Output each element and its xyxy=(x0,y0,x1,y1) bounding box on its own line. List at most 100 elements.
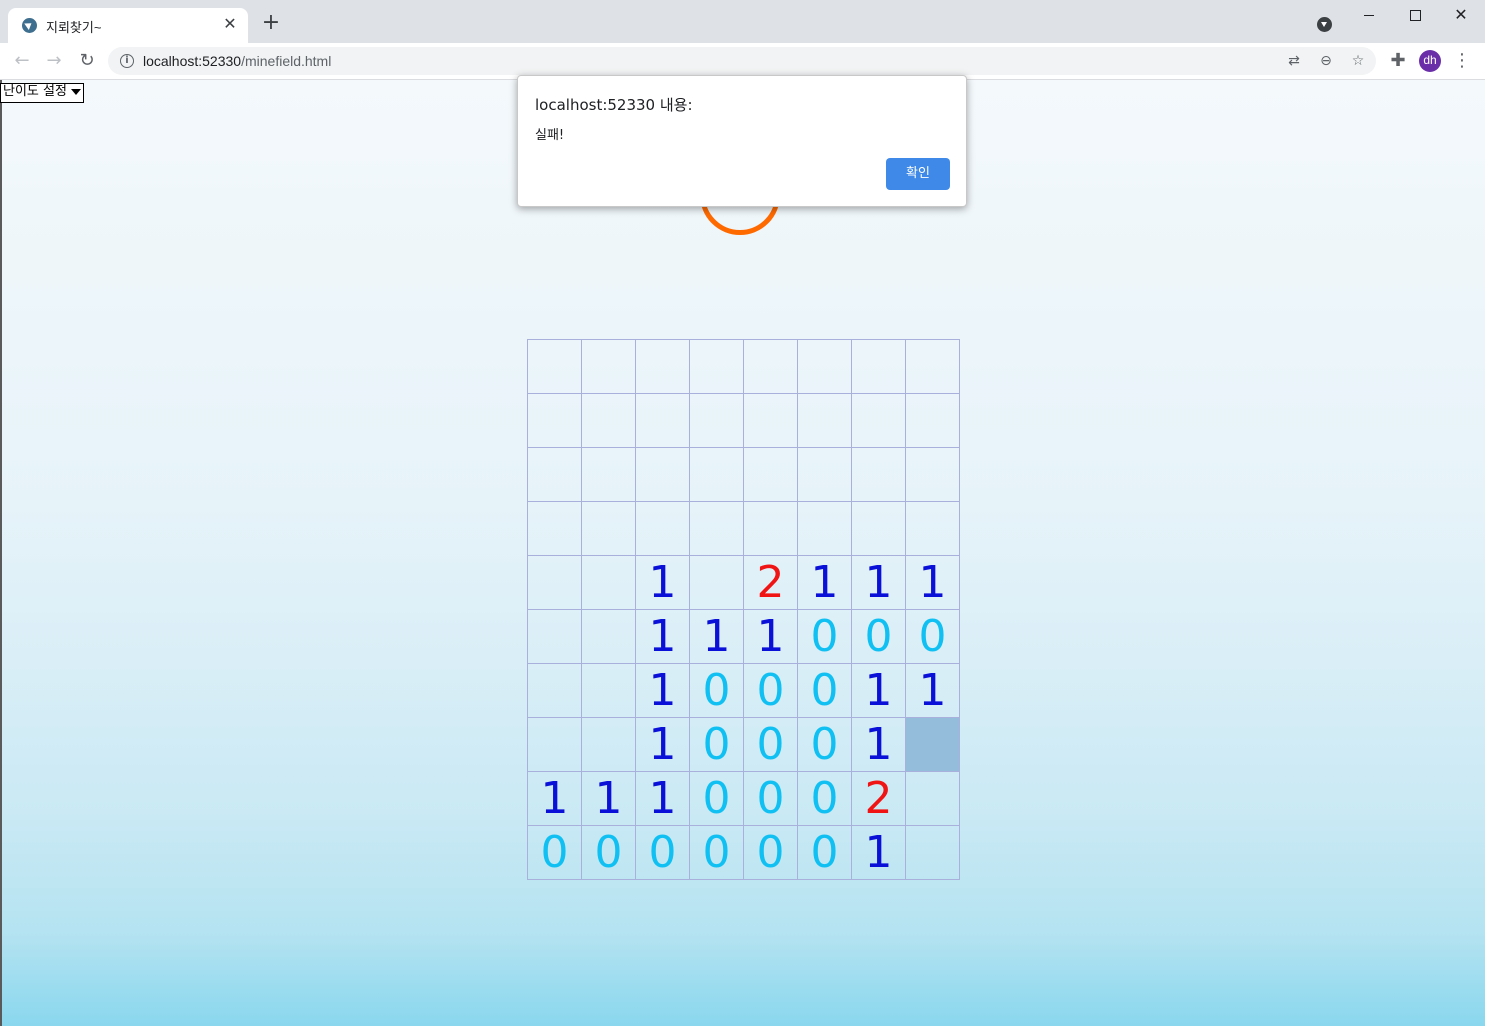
board-cell[interactable] xyxy=(527,393,582,448)
board-cell[interactable] xyxy=(581,609,636,664)
board-cell[interactable]: 1 xyxy=(635,717,690,772)
board-cell[interactable] xyxy=(689,339,744,394)
window-close-button[interactable]: ✕ xyxy=(1438,0,1484,32)
tab-search-icon[interactable] xyxy=(1317,17,1332,32)
tab-close-icon[interactable]: ✕ xyxy=(220,14,240,34)
translate-icon[interactable]: ⇄ xyxy=(1284,51,1304,71)
browser-tab[interactable]: 지뢰찾기~ ✕ xyxy=(8,8,248,43)
board-cell[interactable] xyxy=(689,447,744,502)
board-cell[interactable]: 0 xyxy=(581,825,636,880)
board-cell[interactable]: 2 xyxy=(743,555,798,610)
board-cell[interactable]: 1 xyxy=(851,663,906,718)
board-cell[interactable]: 1 xyxy=(581,771,636,826)
board-cell[interactable]: 0 xyxy=(743,825,798,880)
board-cell[interactable] xyxy=(689,393,744,448)
board-cell[interactable]: 0 xyxy=(905,609,960,664)
board-cell[interactable] xyxy=(743,447,798,502)
board-cell[interactable] xyxy=(851,393,906,448)
board-cell[interactable]: 1 xyxy=(905,663,960,718)
board-cell-hit[interactable] xyxy=(905,717,960,772)
board-cell[interactable] xyxy=(635,339,690,394)
board-cell[interactable] xyxy=(635,501,690,556)
board-cell[interactable] xyxy=(527,501,582,556)
board-cell[interactable]: 0 xyxy=(635,825,690,880)
board-cell[interactable]: 1 xyxy=(851,825,906,880)
board-cell[interactable] xyxy=(689,501,744,556)
board-cell[interactable]: 0 xyxy=(743,717,798,772)
reload-icon[interactable]: ↻ xyxy=(75,49,99,73)
url-text[interactable]: localhost:52330/minefield.html xyxy=(143,53,331,69)
board-cell[interactable]: 0 xyxy=(797,771,852,826)
board-cell[interactable] xyxy=(581,501,636,556)
minimize-button[interactable] xyxy=(1346,0,1392,32)
board-cell[interactable]: 1 xyxy=(635,771,690,826)
avatar[interactable]: dh xyxy=(1419,50,1441,72)
board-cell[interactable]: 1 xyxy=(743,609,798,664)
board-cell[interactable]: 0 xyxy=(689,717,744,772)
board-cell[interactable]: 0 xyxy=(689,771,744,826)
board-cell[interactable] xyxy=(581,663,636,718)
board-cell[interactable]: 0 xyxy=(689,663,744,718)
board-cell[interactable] xyxy=(905,771,960,826)
address-bar[interactable]: i localhost:52330/minefield.html ⇄ ⊖ ☆ xyxy=(108,47,1376,75)
board-cell[interactable] xyxy=(743,501,798,556)
board-cell[interactable]: 0 xyxy=(797,717,852,772)
board-cell[interactable] xyxy=(905,447,960,502)
board-cell[interactable] xyxy=(797,393,852,448)
board-cell[interactable]: 1 xyxy=(635,663,690,718)
back-arrow-icon[interactable]: ← xyxy=(10,49,34,73)
board-cell[interactable] xyxy=(635,447,690,502)
board-cell[interactable] xyxy=(905,825,960,880)
board-cell[interactable] xyxy=(635,393,690,448)
extensions-icon[interactable]: ✚ xyxy=(1386,49,1410,73)
new-tab-button[interactable]: + xyxy=(260,12,282,35)
board-cell[interactable] xyxy=(581,717,636,772)
difficulty-select[interactable]: 난이도 설정 xyxy=(0,83,84,103)
board-cell[interactable] xyxy=(797,339,852,394)
board-cell[interactable] xyxy=(689,555,744,610)
board-cell[interactable] xyxy=(905,393,960,448)
board-cell[interactable]: 0 xyxy=(797,825,852,880)
board-cell[interactable]: 0 xyxy=(689,825,744,880)
board-cell[interactable] xyxy=(797,447,852,502)
board-cell[interactable] xyxy=(581,555,636,610)
ok-button[interactable]: 확인 xyxy=(886,158,950,190)
board-cell[interactable] xyxy=(527,609,582,664)
board-cell[interactable] xyxy=(527,717,582,772)
board-cell[interactable]: 1 xyxy=(905,555,960,610)
board-cell[interactable] xyxy=(905,339,960,394)
board-cell[interactable]: 0 xyxy=(743,771,798,826)
board-cell[interactable]: 0 xyxy=(527,825,582,880)
zoom-out-icon[interactable]: ⊖ xyxy=(1316,51,1336,71)
board-cell[interactable] xyxy=(527,663,582,718)
board-cell[interactable] xyxy=(527,555,582,610)
board-cell[interactable]: 0 xyxy=(851,609,906,664)
board-cell[interactable] xyxy=(743,339,798,394)
board-cell[interactable]: 1 xyxy=(797,555,852,610)
board-cell[interactable] xyxy=(581,339,636,394)
board-cell[interactable]: 0 xyxy=(797,609,852,664)
star-icon[interactable]: ☆ xyxy=(1348,51,1368,71)
board-cell[interactable]: 1 xyxy=(527,771,582,826)
board-cell[interactable]: 2 xyxy=(851,771,906,826)
board-cell[interactable] xyxy=(581,393,636,448)
board-cell[interactable] xyxy=(797,501,852,556)
board-cell[interactable]: 1 xyxy=(689,609,744,664)
board-cell[interactable] xyxy=(851,447,906,502)
board-cell[interactable]: 1 xyxy=(851,555,906,610)
board-cell[interactable] xyxy=(527,339,582,394)
board-cell[interactable] xyxy=(851,501,906,556)
board-cell[interactable] xyxy=(527,447,582,502)
board-cell[interactable] xyxy=(851,339,906,394)
board-cell[interactable]: 0 xyxy=(797,663,852,718)
maximize-button[interactable] xyxy=(1392,0,1438,32)
menu-icon[interactable]: ⋮ xyxy=(1450,49,1474,73)
board-cell[interactable]: 1 xyxy=(635,609,690,664)
info-icon[interactable]: i xyxy=(120,54,134,68)
board-cell[interactable] xyxy=(905,501,960,556)
forward-arrow-icon[interactable]: → xyxy=(42,49,66,73)
board-cell[interactable]: 0 xyxy=(743,663,798,718)
board-cell[interactable]: 1 xyxy=(851,717,906,772)
board-cell[interactable]: 1 xyxy=(635,555,690,610)
board-cell[interactable] xyxy=(581,447,636,502)
